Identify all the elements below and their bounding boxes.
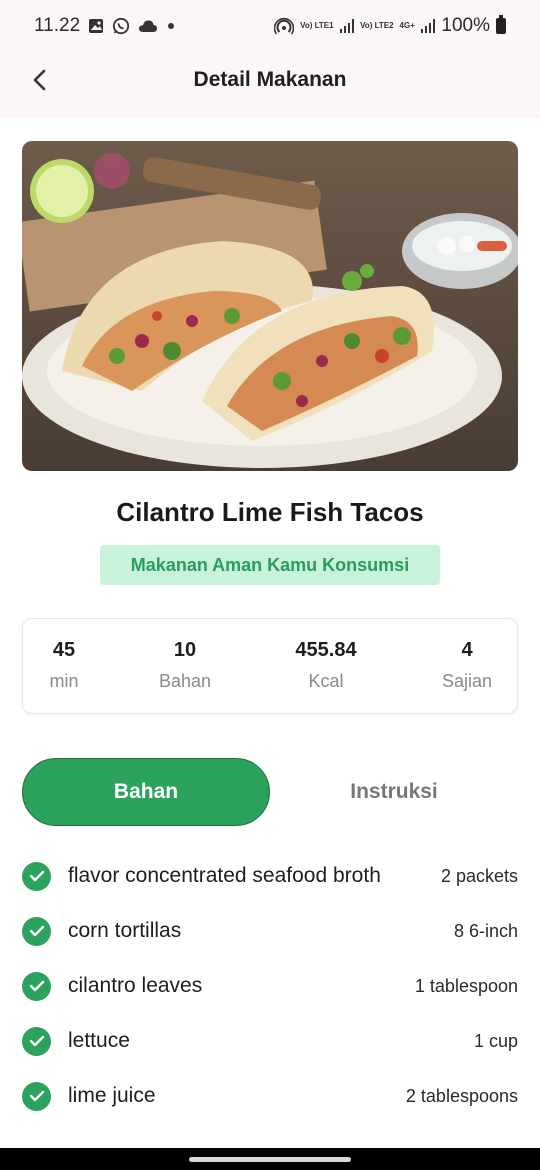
check-circle-icon	[22, 1026, 51, 1056]
safety-badge: Makanan Aman Kamu Konsumsi	[100, 545, 440, 585]
cloud-icon	[138, 19, 158, 33]
page-title: Detail Makanan	[193, 68, 347, 91]
stat-time: 45 min	[9, 639, 119, 692]
ingredient-quantity: 1 cup	[473, 1030, 518, 1051]
stat-value: 10	[173, 639, 197, 661]
food-image	[22, 141, 518, 471]
check-circle-icon	[22, 861, 51, 891]
stat-calories: 455.84 Kcal	[271, 639, 381, 692]
battery-icon	[496, 15, 506, 34]
gallery-icon	[88, 18, 104, 34]
stat-label: Bahan	[158, 671, 212, 691]
status-bar: 11.22 Vo) LTE1 Vo) LTE2 4G+ 100%	[0, 0, 540, 52]
ingredient-row: flavor concentrated seafood broth 2 pack…	[22, 856, 518, 896]
stat-label: Kcal	[308, 671, 344, 691]
ingredient-row: corn tortillas 8 6-inch	[22, 911, 518, 951]
status-right: Vo) LTE1 Vo) LTE2 4G+ 100%	[274, 15, 506, 37]
stat-servings: 4 Sajian	[412, 639, 522, 692]
hotspot-icon	[274, 17, 295, 35]
check-circle-icon	[22, 1081, 51, 1111]
home-gesture-handle[interactable]	[189, 1157, 351, 1162]
ingredient-name: cilantro leaves	[68, 974, 203, 997]
tab-instructions[interactable]: Instruksi	[270, 758, 518, 826]
stat-label: min	[49, 671, 79, 691]
ingredient-name: lime juice	[68, 1084, 156, 1107]
4g-indicator: 4G+	[399, 21, 415, 30]
stat-value: 45	[52, 639, 76, 661]
lte1-indicator: Vo) LTE1	[300, 21, 334, 30]
signal-1-icon	[339, 19, 355, 33]
lte2-indicator: Vo) LTE2	[360, 21, 394, 30]
notification-dot-icon	[166, 21, 176, 31]
signal-2-icon	[420, 19, 436, 33]
nutrition-stats-card: 45 min 10 Bahan 455.84 Kcal 4 Sajian	[22, 618, 518, 714]
back-button[interactable]	[24, 64, 56, 96]
stat-value: 455.84	[295, 639, 357, 661]
ingredient-name: lettuce	[68, 1029, 130, 1052]
stat-value: 4	[461, 639, 473, 661]
chevron-left-icon	[33, 69, 46, 91]
status-time: 11.22	[34, 15, 81, 36]
check-circle-icon	[22, 916, 51, 946]
stat-ingredients: 10 Bahan	[130, 639, 240, 692]
stat-label: Sajian	[441, 671, 493, 691]
ingredient-quantity: 2 packets	[440, 865, 518, 886]
ingredient-quantity: 1 tablespoon	[414, 975, 518, 996]
ingredient-name: flavor concentrated seafood broth	[68, 864, 381, 887]
food-title: Cilantro Lime Fish Tacos	[116, 497, 424, 527]
app-bar: Detail Makanan	[0, 52, 540, 118]
battery-percent: 100%	[441, 15, 490, 36]
ingredient-name: corn tortillas	[68, 919, 182, 942]
tab-ingredients[interactable]: Bahan	[22, 758, 270, 826]
ingredient-row: cilantro leaves 1 tablespoon	[22, 966, 518, 1006]
system-nav-bar	[0, 1148, 540, 1170]
ingredient-row: lime juice 2 tablespoons	[22, 1076, 518, 1116]
ingredient-quantity: 8 6-inch	[453, 920, 518, 941]
ingredient-quantity: 2 tablespoons	[405, 1085, 518, 1106]
status-left: 11.22	[34, 15, 176, 37]
check-circle-icon	[22, 971, 51, 1001]
ingredient-row: lettuce 1 cup	[22, 1021, 518, 1061]
whatsapp-icon	[112, 17, 130, 35]
